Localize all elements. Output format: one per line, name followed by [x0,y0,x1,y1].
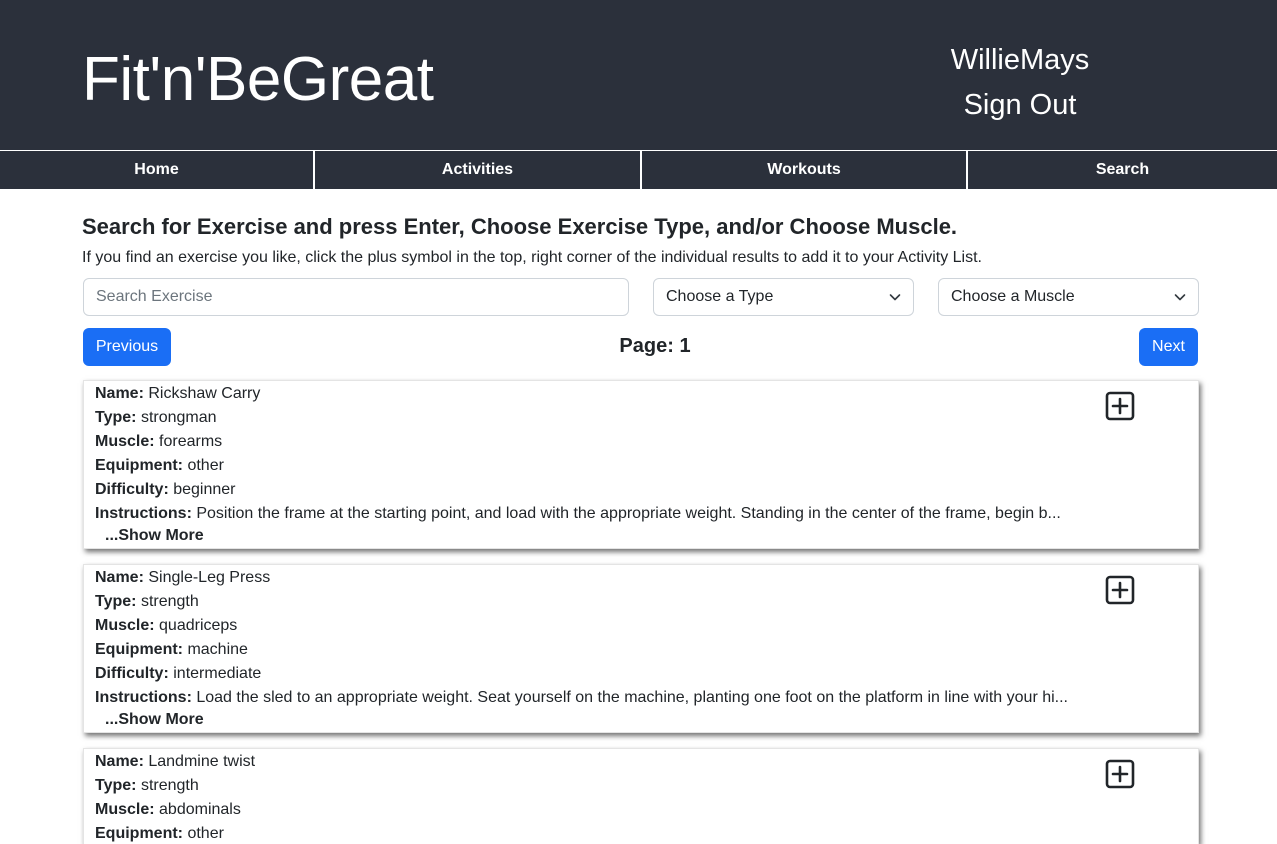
nav-home[interactable]: Home [0,151,315,189]
result-name: Name: Landmine twist [95,753,256,770]
result-instructions: Instructions: Load the sled to an approp… [95,689,1068,706]
muscle-select[interactable]: Choose a Muscle [938,278,1199,316]
chevron-down-icon [889,294,901,301]
add-activity-icon[interactable] [1105,759,1135,789]
search-input[interactable]: Search Exercise [83,278,629,316]
result-equipment: Equipment: other [95,457,224,474]
result-equipment: Equipment: other [95,825,224,842]
result-difficulty: Difficulty: beginner [95,481,236,498]
add-activity-icon[interactable] [1105,391,1135,421]
result-card: Name: Landmine twist Type: strength Musc… [83,748,1199,844]
brand-title[interactable]: Fit'n'BeGreat [82,44,434,116]
result-equipment: Equipment: machine [95,641,248,658]
nav-search[interactable]: Search [968,151,1277,189]
result-muscle: Muscle: quadriceps [95,617,238,634]
next-button[interactable]: Next [1139,328,1198,366]
type-select-value: Choose a Type [666,288,774,305]
username-link[interactable]: WillieMays [920,38,1120,83]
user-menu: WillieMays Sign Out [920,38,1120,128]
result-card: Name: Rickshaw Carry Type: strongman Mus… [83,380,1199,549]
show-more-link[interactable]: ...Show More [105,527,204,545]
result-type: Type: strongman [95,409,217,426]
main-nav: Home Activities Workouts Search [0,150,1277,189]
add-activity-icon[interactable] [1105,575,1135,605]
result-type: Type: strength [95,593,199,610]
result-card: Name: Single-Leg Press Type: strength Mu… [83,564,1199,733]
sign-out-link[interactable]: Sign Out [920,83,1120,128]
result-name: Name: Rickshaw Carry [95,385,261,402]
previous-button[interactable]: Previous [83,328,171,366]
nav-activities[interactable]: Activities [315,151,642,189]
site-header: Fit'n'BeGreat WillieMays Sign Out [0,0,1277,150]
nav-workouts[interactable]: Workouts [642,151,968,189]
result-muscle: Muscle: forearms [95,433,223,450]
result-name: Name: Single-Leg Press [95,569,271,586]
result-instructions: Instructions: Position the frame at the … [95,505,1061,522]
chevron-down-icon [1174,294,1186,301]
type-select[interactable]: Choose a Type [653,278,914,316]
search-instructions: If you find an exercise you like, click … [82,249,982,266]
show-more-link[interactable]: ...Show More [105,711,204,729]
result-type: Type: strength [95,777,199,794]
result-muscle: Muscle: abdominals [95,801,241,818]
muscle-select-value: Choose a Muscle [951,288,1075,305]
search-heading: Search for Exercise and press Enter, Cho… [82,214,958,239]
result-difficulty: Difficulty: intermediate [95,665,262,682]
page-indicator: Page: 1 [619,335,691,357]
